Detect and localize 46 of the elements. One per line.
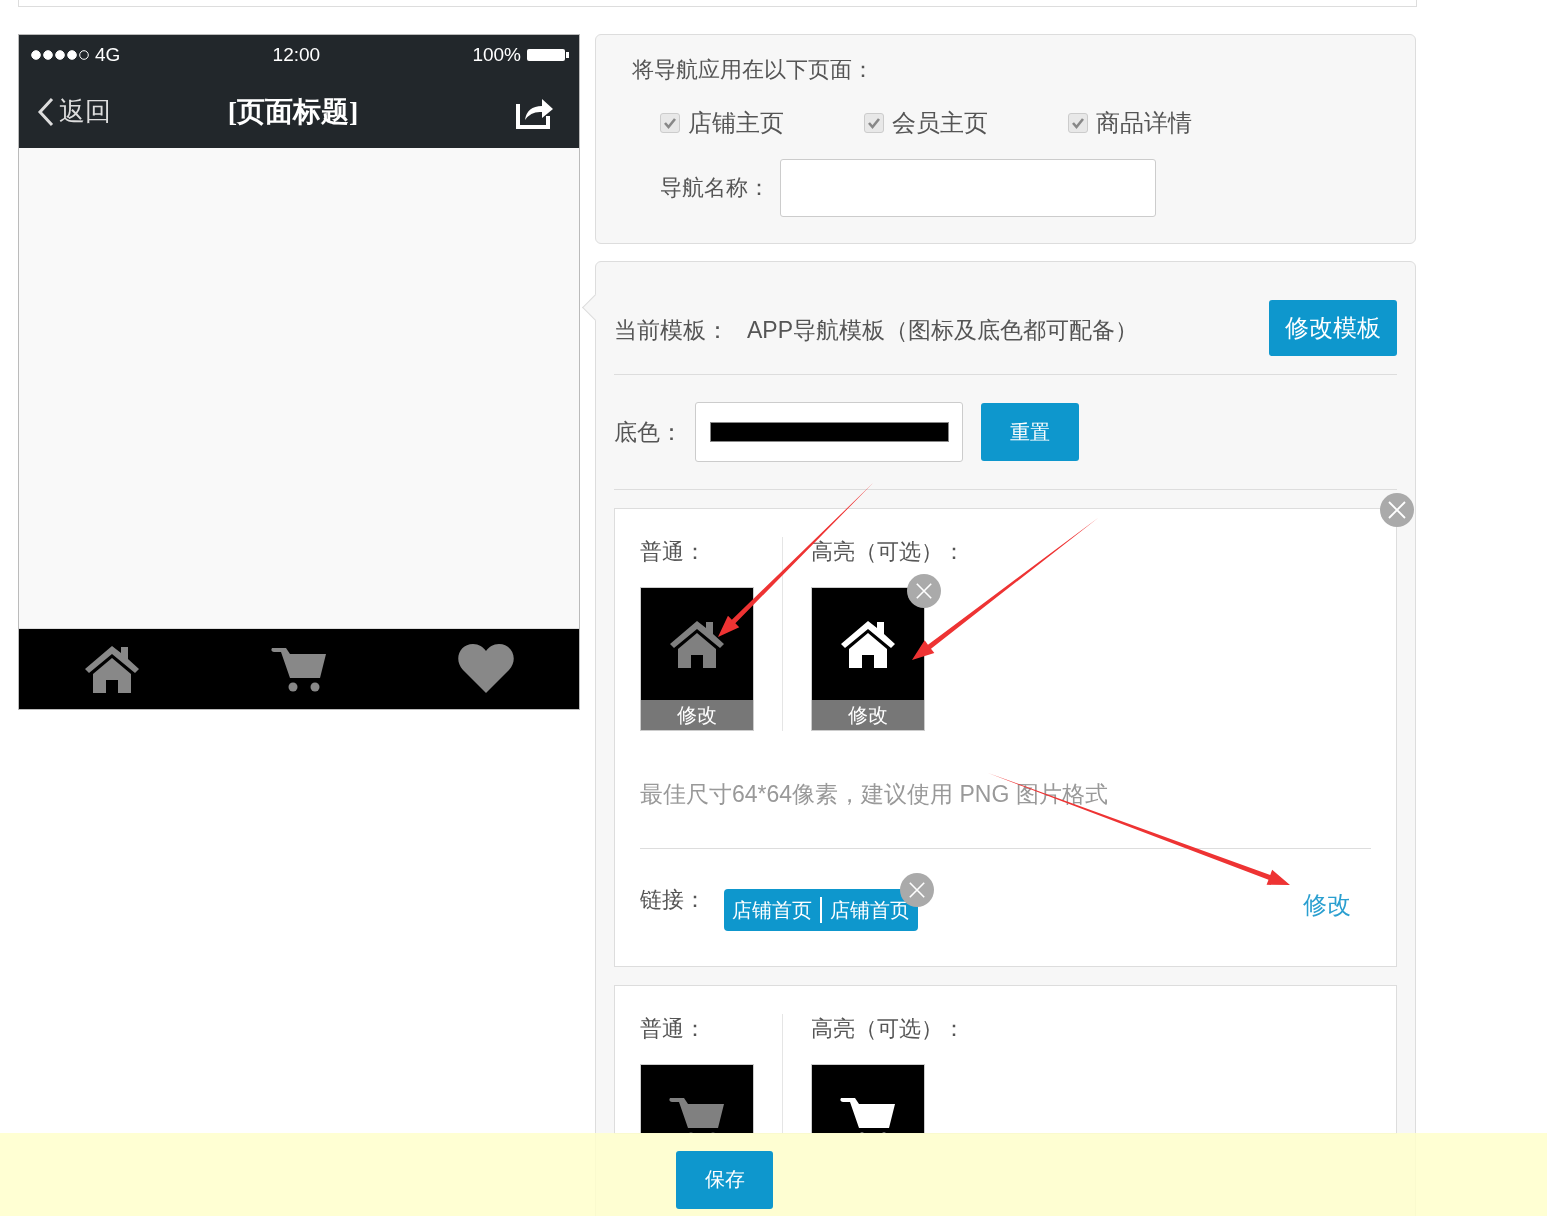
- cart-icon: [270, 646, 328, 692]
- remove-badge[interactable]: [907, 574, 941, 608]
- link-label: 链接：: [640, 886, 706, 914]
- panel-title: 将导航应用在以下页面：: [632, 56, 875, 84]
- page-title: [页面标题]: [227, 94, 359, 129]
- normal-label: 普通：: [640, 538, 707, 566]
- back-button[interactable]: 返回: [37, 94, 111, 129]
- checkmark-icon: [663, 116, 677, 130]
- checkbox-label: 店铺主页: [688, 108, 784, 138]
- checkbox-label: 商品详情: [1096, 108, 1192, 138]
- checkbox[interactable]: [864, 113, 884, 133]
- battery-icon: [527, 48, 569, 62]
- field-label: 导航名称：: [660, 174, 770, 202]
- checkmark-icon: [1071, 116, 1085, 130]
- color-field[interactable]: [695, 402, 963, 462]
- chevron-left-icon: [37, 96, 55, 127]
- checkbox-label: 会员主页: [892, 108, 988, 138]
- link-tag[interactable]: 店铺首页 店铺首页: [724, 889, 918, 931]
- carrier-text: 4G: [95, 44, 121, 66]
- icon-tile[interactable]: [811, 1064, 925, 1133]
- highlight-label: 高亮（可选）：: [811, 1015, 965, 1043]
- checkbox[interactable]: [660, 113, 680, 133]
- reset-button[interactable]: 重置: [981, 403, 1079, 461]
- template-name: APP导航模板（图标及底色都可配备）: [747, 315, 1139, 345]
- clock-text: 12:00: [272, 44, 321, 66]
- close-icon[interactable]: [1387, 500, 1407, 520]
- edit-template-button[interactable]: 修改模板: [1269, 300, 1397, 356]
- checkmark-icon: [867, 116, 881, 130]
- home-icon: [839, 619, 897, 669]
- heart-icon: [456, 643, 515, 695]
- icon-tile[interactable]: [640, 1064, 754, 1133]
- edit-link[interactable]: 修改: [1303, 889, 1351, 921]
- normal-label: 普通：: [640, 1015, 707, 1043]
- checkbox[interactable]: [1068, 113, 1088, 133]
- save-button[interactable]: 保存: [676, 1150, 773, 1209]
- close-icon[interactable]: [908, 881, 926, 899]
- name-field[interactable]: [780, 159, 1156, 217]
- battery-text: 100%: [472, 44, 521, 66]
- color-label: 底色：: [614, 417, 683, 447]
- icon-tile[interactable]: 修改: [640, 587, 754, 731]
- signal-icon: [31, 50, 89, 60]
- home-icon: [83, 644, 142, 694]
- highlight-label: 高亮（可选）：: [811, 538, 965, 566]
- icon-tile[interactable]: 修改: [811, 587, 925, 731]
- home-icon: [668, 619, 726, 669]
- template-label: 当前模板：: [614, 315, 729, 345]
